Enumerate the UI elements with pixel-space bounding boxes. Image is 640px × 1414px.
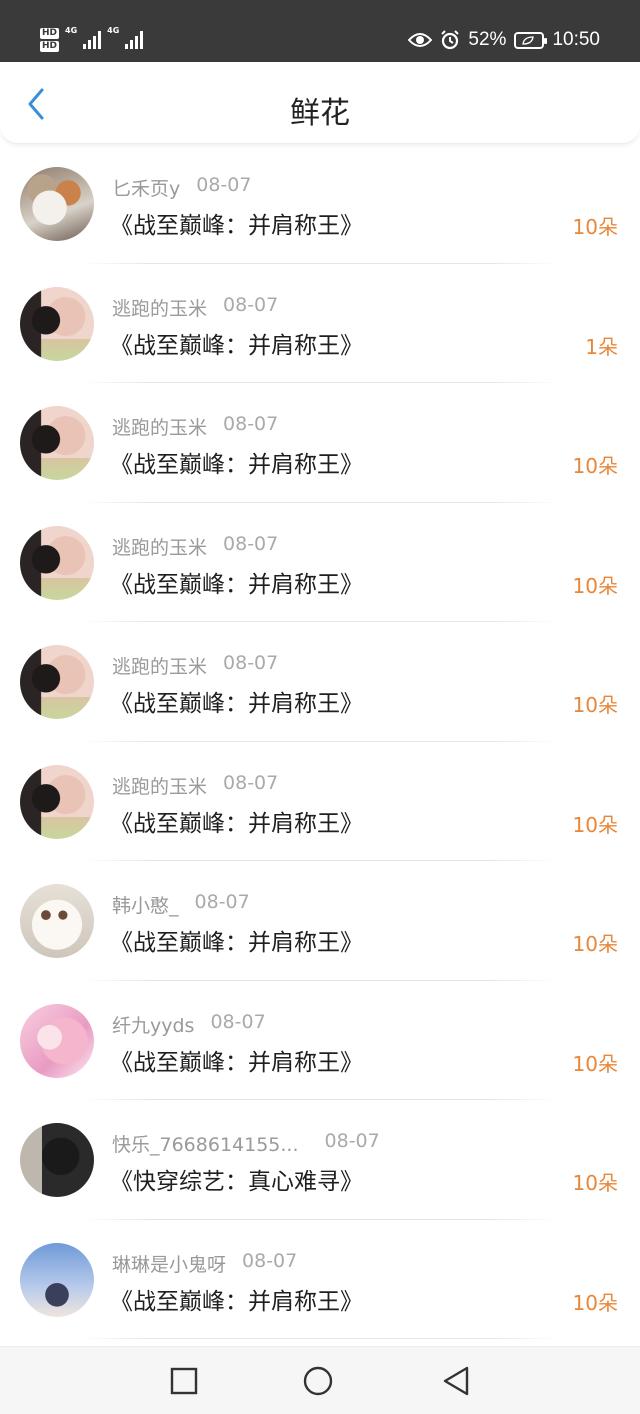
recents-button[interactable] bbox=[168, 1365, 200, 1397]
network-type: 4G bbox=[65, 26, 78, 35]
book-title: 《战至巅峰：并肩称王》 bbox=[110, 1049, 363, 1076]
flower-count: 10朵 bbox=[572, 1171, 618, 1195]
triangle-back-icon bbox=[443, 1366, 469, 1396]
flower-count: 10朵 bbox=[572, 932, 618, 956]
nav-back-button[interactable] bbox=[440, 1365, 472, 1397]
username: 逃跑的玉米 bbox=[112, 775, 208, 798]
status-bar: HD HD 4G 4G 52% 10:50 bbox=[0, 0, 640, 62]
username: 逃跑的玉米 bbox=[112, 417, 208, 439]
date: 08-07 bbox=[223, 413, 279, 435]
flower-list: 匕禾页y 08-07 《战至巅峰：并肩称王》 10朵 逃跑的玉米 08-07 《战至… bbox=[0, 144, 640, 1339]
date: 08-07 bbox=[223, 532, 279, 555]
username: 纤九yyds bbox=[112, 1014, 195, 1037]
book-title: 《战至巅峰：并肩称王》 bbox=[110, 930, 363, 956]
book-title: 《战至巅峰：并肩称王》 bbox=[110, 1288, 363, 1315]
date: 08-07 bbox=[324, 1130, 380, 1152]
date: 08-07 bbox=[223, 652, 279, 674]
list-item[interactable]: 逃跑的玉米 08-07 《战至巅峰：并肩称王》 10朵 bbox=[0, 503, 640, 622]
avatar[interactable] bbox=[20, 1242, 94, 1317]
username: 逃跑的玉米 bbox=[112, 656, 208, 678]
list-item[interactable]: 匕禾页y 08-07 《战至巅峰：并肩称王》 10朵 bbox=[0, 144, 640, 264]
date: 08-07 bbox=[196, 174, 252, 196]
username: 逃跑的玉米 bbox=[112, 297, 208, 320]
signal-icon bbox=[125, 31, 144, 49]
list-item[interactable]: 逃跑的玉米 08-07 《战至巅峰：并肩称王》 1朵 bbox=[0, 264, 640, 383]
book-title: 《战至巅峰：并肩称王》 bbox=[110, 213, 363, 239]
clock: 10:50 bbox=[552, 29, 600, 50]
username: 逃跑的玉米 bbox=[112, 536, 208, 559]
list-item[interactable]: 纤九yyds 08-07 《战至巅峰：并肩称王》 10朵 bbox=[0, 981, 640, 1100]
list-item[interactable]: 韩小憨_ 08-07 《战至巅峰：并肩称王》 10朵 bbox=[0, 861, 640, 981]
avatar[interactable] bbox=[20, 1003, 94, 1078]
flower-count: 10朵 bbox=[572, 1290, 618, 1315]
list-item[interactable]: 快乐_7668614155... 08-07 《快穿综艺：真心难寻》 10朵 bbox=[0, 1100, 640, 1220]
divider bbox=[80, 1338, 560, 1339]
list-item[interactable]: 逃跑的玉米 08-07 《战至巅峰：并肩称王》 10朵 bbox=[0, 742, 640, 861]
app-header: 鲜花 bbox=[0, 62, 640, 144]
avatar[interactable] bbox=[20, 764, 94, 839]
book-title: 《战至巅峰：并肩称王》 bbox=[110, 332, 363, 359]
avatar[interactable] bbox=[20, 1123, 94, 1197]
system-nav-bar bbox=[0, 1346, 640, 1414]
username: 匕禾页y bbox=[112, 178, 181, 200]
flower-count: 10朵 bbox=[572, 1051, 618, 1076]
flower-count: 10朵 bbox=[572, 573, 618, 598]
signal-indicators: HD HD 4G 4G bbox=[40, 22, 144, 58]
alarm-icon bbox=[441, 30, 460, 50]
eye-icon bbox=[408, 33, 433, 47]
flower-count: 1朵 bbox=[585, 334, 618, 359]
status-right: 52% 10:50 bbox=[408, 24, 600, 56]
hd-badge: HD bbox=[40, 41, 60, 52]
battery-percent: 52% bbox=[468, 29, 507, 50]
date: 08-07 bbox=[223, 293, 279, 316]
book-title: 《战至巅峰：并肩称王》 bbox=[110, 452, 363, 478]
battery-icon bbox=[514, 31, 548, 49]
list-item[interactable]: 逃跑的玉米 08-07 《战至巅峰：并肩称王》 10朵 bbox=[0, 383, 640, 503]
avatar[interactable] bbox=[20, 645, 94, 719]
book-title: 《战至巅峰：并肩称王》 bbox=[110, 810, 363, 837]
username: 琳琳是小鬼呀 bbox=[112, 1253, 227, 1276]
flower-count: 10朵 bbox=[572, 215, 618, 239]
date: 08-07 bbox=[210, 1010, 266, 1033]
date: 08-07 bbox=[223, 771, 279, 794]
book-title: 《战至巅峰：并肩称王》 bbox=[110, 691, 363, 717]
list-item[interactable]: 琳琳是小鬼呀 08-07 《战至巅峰：并肩称王》 10朵 bbox=[0, 1220, 640, 1339]
home-button[interactable] bbox=[302, 1365, 334, 1397]
list-item[interactable]: 逃跑的玉米 08-07 《战至巅峰：并肩称王》 10朵 bbox=[0, 622, 640, 742]
avatar[interactable] bbox=[20, 884, 94, 958]
avatar[interactable] bbox=[20, 286, 94, 361]
book-title: 《快穿综艺：真心难寻》 bbox=[110, 1169, 363, 1195]
username: 韩小憨_ bbox=[112, 895, 179, 917]
flower-count: 10朵 bbox=[572, 812, 618, 837]
date: 08-07 bbox=[242, 1249, 298, 1272]
hd-badge: HD bbox=[40, 28, 60, 39]
network-type: 4G bbox=[107, 26, 120, 35]
book-title: 《战至巅峰：并肩称王》 bbox=[110, 571, 363, 598]
flower-count: 10朵 bbox=[572, 693, 618, 717]
circle-icon bbox=[303, 1366, 333, 1396]
avatar[interactable] bbox=[20, 525, 94, 600]
date: 08-07 bbox=[194, 891, 250, 913]
flower-count: 10朵 bbox=[572, 454, 618, 478]
avatar[interactable] bbox=[20, 406, 94, 480]
page-title: 鲜花 bbox=[290, 96, 350, 131]
signal-icon bbox=[83, 31, 102, 49]
square-icon bbox=[170, 1367, 198, 1395]
username: 快乐_7668614155... bbox=[112, 1134, 299, 1156]
avatar[interactable] bbox=[20, 167, 94, 241]
